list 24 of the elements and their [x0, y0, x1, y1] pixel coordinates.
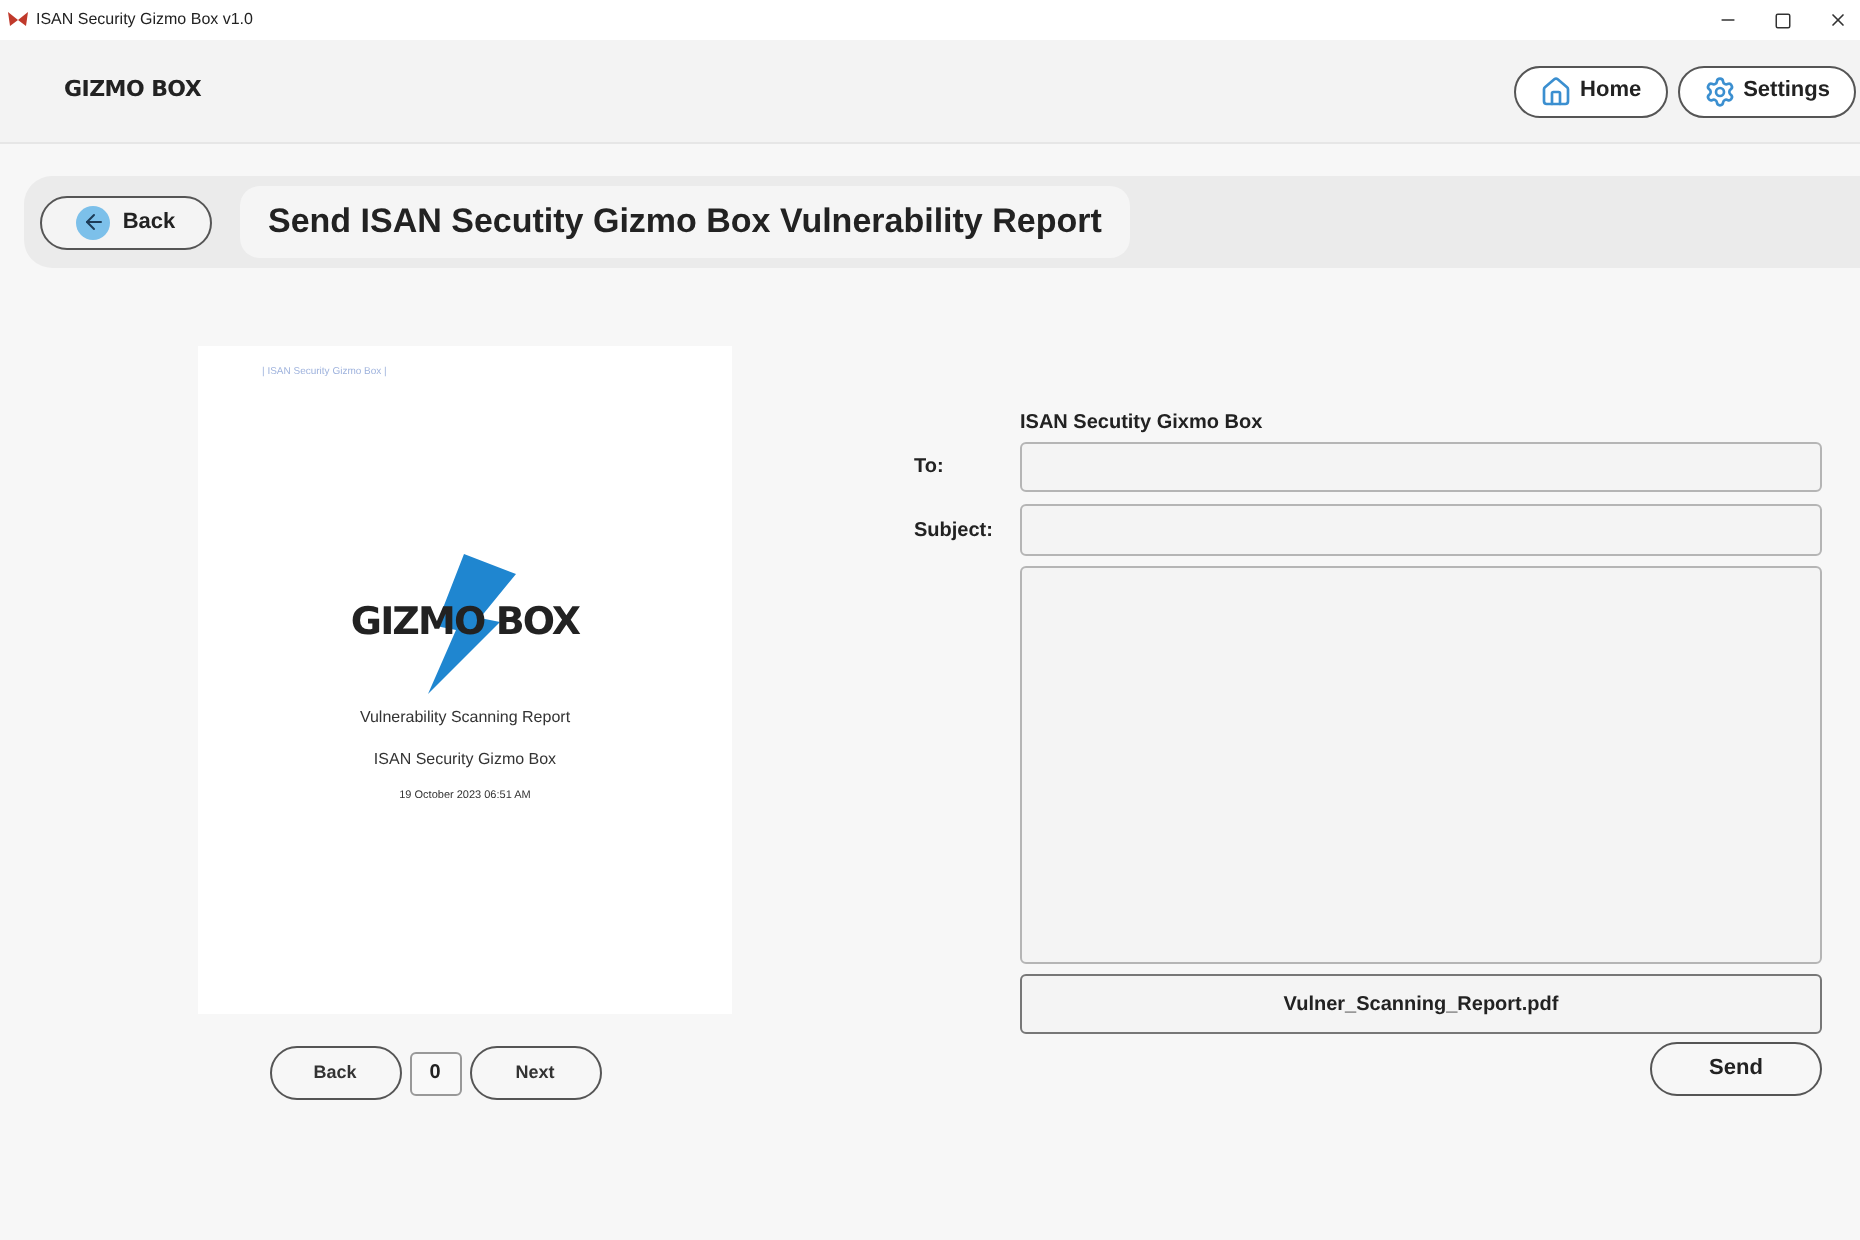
- butterfly-icon: [8, 12, 28, 28]
- back-button[interactable]: Back: [40, 195, 212, 249]
- app-logo: GIZMO BOX: [64, 74, 202, 107]
- sender-label: ISAN Secutity Gixmo Box: [1020, 410, 1265, 436]
- window-title: ISAN Security Gizmo Box v1.0: [36, 8, 253, 32]
- close-icon[interactable]: [1828, 10, 1848, 30]
- page-number: 0: [409, 1051, 461, 1095]
- page-title: Send ISAN Secutity Gizmo Box Vulnerability Report: [240, 186, 1130, 258]
- settings-icon: [1703, 75, 1736, 107]
- home-icon: [1540, 75, 1573, 107]
- header-button[interactable]: Settings: [1677, 65, 1856, 117]
- message-field[interactable]: [1020, 566, 1822, 964]
- report-title: Vulnerability Scanning Report: [359, 705, 571, 729]
- report-subtitle: ISAN Security Gizmo Box: [373, 747, 557, 771]
- subject-label: Subject:: [912, 517, 995, 545]
- attachment-field[interactable]: Vulner_Scanning_Report.pdf: [1020, 974, 1822, 1034]
- next-page-button[interactable]: Next: [469, 1046, 601, 1100]
- send-button[interactable]: Send: [1650, 1042, 1822, 1096]
- subject-field[interactable]: [1020, 504, 1822, 556]
- maximize-icon[interactable]: [1774, 11, 1792, 29]
- to-field[interactable]: [1020, 442, 1822, 492]
- header-button[interactable]: Home: [1514, 65, 1668, 117]
- to-label: To:: [912, 454, 946, 482]
- previous-page-button[interactable]: Back: [269, 1046, 401, 1100]
